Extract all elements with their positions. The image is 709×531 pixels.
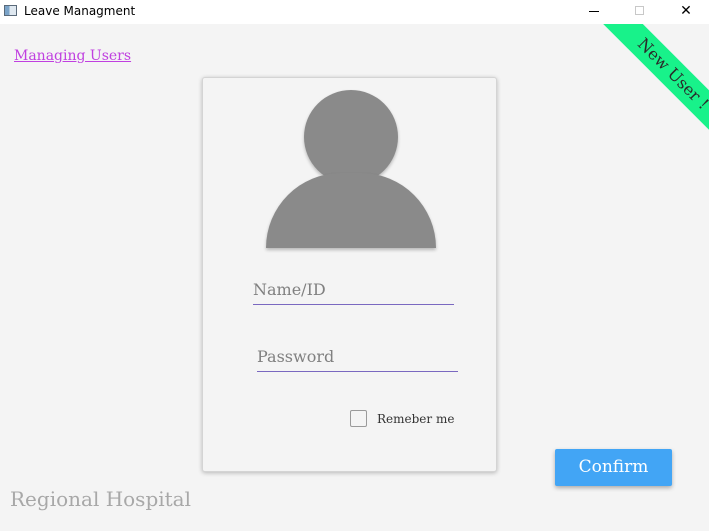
close-button[interactable]: ✕: [663, 0, 709, 24]
hospital-brand-text: Regional Hospital: [10, 487, 191, 511]
maximize-icon: [635, 6, 644, 15]
title-bar: Leave Managment ✕: [0, 0, 709, 24]
name-id-field: [253, 274, 454, 305]
remember-me-label[interactable]: Remeber me: [377, 412, 454, 426]
user-silhouette-body: [266, 173, 436, 248]
name-id-input[interactable]: [253, 274, 454, 304]
remember-me-checkbox[interactable]: [350, 410, 367, 427]
main-content: Managing Users New User ! Remeber me Con…: [0, 24, 709, 531]
user-silhouette-icon: [304, 90, 398, 184]
maximize-button[interactable]: [617, 0, 663, 24]
minimize-icon: [589, 11, 599, 12]
password-field: [257, 341, 458, 372]
minimize-button[interactable]: [572, 0, 618, 24]
confirm-button[interactable]: Confirm: [555, 449, 672, 486]
app-window-icon: [4, 5, 17, 16]
close-icon: ✕: [680, 3, 692, 19]
login-card: Remeber me: [202, 77, 497, 472]
window-title: Leave Managment: [24, 4, 136, 18]
new-user-ribbon[interactable]: New User !: [592, 24, 709, 155]
managing-users-link[interactable]: Managing Users: [14, 48, 131, 64]
password-input[interactable]: [257, 341, 458, 371]
